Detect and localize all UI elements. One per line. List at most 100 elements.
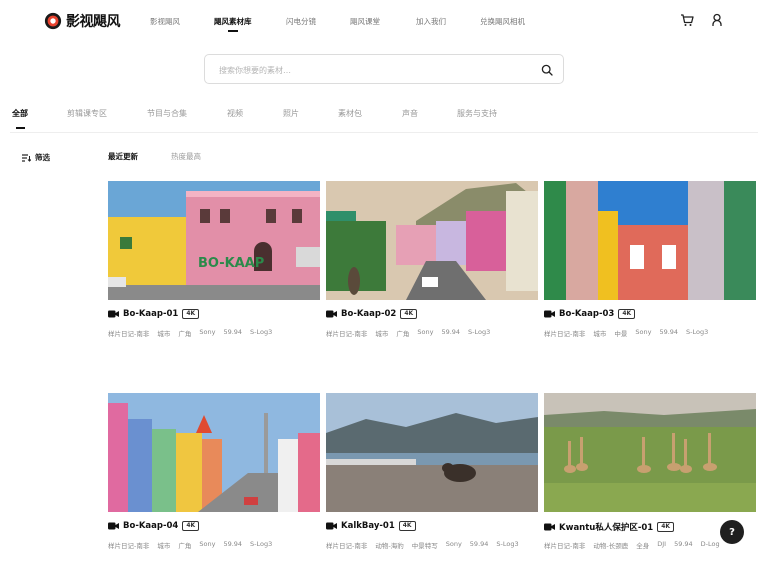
tag[interactable]: 59.94 (659, 328, 678, 338)
tab-packs[interactable]: 素材包 (338, 108, 362, 119)
card-title-row: KalkBay-01 4K (326, 521, 416, 531)
card-title[interactable]: Kwantu私人保护区-01 (559, 521, 653, 533)
card-title-row: Bo-Kaap-04 4K (108, 521, 200, 531)
tab-programs[interactable]: 节目与合集 (147, 108, 187, 119)
asset-card[interactable]: BO-KAAP Bo-Kaap-01 4K 样片日记-南非 城市 广角 Sony… (108, 181, 320, 338)
nav-item-classroom[interactable]: 飓风课堂 (350, 16, 380, 27)
card-title[interactable]: Bo-Kaap-02 (341, 309, 396, 319)
tag[interactable]: 城市 (375, 328, 388, 338)
tag[interactable]: 样片日记-南非 (544, 540, 585, 550)
card-title-row: Bo-Kaap-02 4K (326, 309, 418, 319)
video-camera-icon (108, 310, 119, 318)
thumbnail-image[interactable] (544, 181, 756, 300)
tab-divider (10, 132, 758, 133)
resolution-badge: 4K (182, 521, 200, 531)
tag[interactable]: S-Log3 (496, 540, 518, 550)
asset-card[interactable]: KalkBay-01 4K 样片日记-南非 动物-海豹 中景特写 Sony 59… (326, 393, 538, 550)
cart-icon[interactable] (679, 12, 695, 28)
tab-service-support[interactable]: 服务与支持 (457, 108, 497, 119)
thumbnail-image[interactable]: BO-KAAP (108, 181, 320, 300)
thumbnail-image[interactable] (544, 393, 756, 512)
video-camera-icon (326, 522, 337, 530)
resolution-badge: 4K (398, 521, 416, 531)
thumbnail-image[interactable] (108, 393, 320, 512)
tag[interactable]: 样片日记-南非 (326, 328, 367, 338)
card-title[interactable]: Bo-Kaap-01 (123, 309, 178, 319)
tag[interactable]: 59.94 (223, 540, 242, 550)
tab-video[interactable]: 视频 (227, 108, 243, 119)
sort-hottest[interactable]: 热度最高 (171, 151, 201, 162)
nav-active-indicator (228, 30, 238, 32)
asset-card[interactable]: Bo-Kaap-04 4K 样片日记-南非 城市 广角 Sony 59.94 S… (108, 393, 320, 550)
tag[interactable]: Sony (417, 328, 433, 338)
thumbnail-image[interactable] (326, 393, 538, 512)
resolution-badge: 4K (400, 309, 418, 319)
card-tags: 样片日记-南非 动物-海豹 中景特写 Sony 59.94 S-Log3 (326, 540, 519, 550)
video-camera-icon (544, 523, 555, 531)
asset-card[interactable]: Bo-Kaap-03 4K 样片日记-南非 城市 中景 Sony 59.94 S… (544, 181, 756, 338)
tag[interactable]: S-Log3 (250, 540, 272, 550)
tag[interactable]: 全身 (636, 540, 649, 550)
tab-all[interactable]: 全部 (12, 108, 28, 119)
asset-card[interactable]: Kwantu私人保护区-01 4K 样片日记-南非 动物-长颈鹿 全身 DJI … (544, 393, 756, 550)
tag[interactable]: 广角 (178, 540, 191, 550)
tag[interactable]: 样片日记-南非 (544, 328, 585, 338)
filter-button[interactable]: 筛选 (22, 152, 50, 163)
resolution-badge: 4K (618, 309, 636, 319)
search-input[interactable] (217, 61, 517, 79)
resolution-badge: 4K (182, 309, 200, 319)
search-icon[interactable] (541, 64, 553, 76)
tag[interactable]: Sony (199, 328, 215, 338)
tag[interactable]: D-Log (701, 540, 720, 550)
tag[interactable]: Sony (199, 540, 215, 550)
card-tags: 样片日记-南非 城市 广角 Sony 59.94 S-Log3 (108, 540, 272, 550)
tab-editing-course[interactable]: 剪辑课专区 (67, 108, 107, 119)
nav-item-storyboard[interactable]: 闪电分镜 (286, 16, 316, 27)
card-tags: 样片日记-南非 城市 广角 Sony 59.94 S-Log3 (108, 328, 272, 338)
card-title[interactable]: Bo-Kaap-04 (123, 521, 178, 531)
resolution-badge: 4K (657, 522, 675, 532)
help-button[interactable]: ? (720, 520, 744, 544)
video-camera-icon (544, 310, 555, 318)
thumbnail-image[interactable] (326, 181, 538, 300)
tag[interactable]: 城市 (157, 328, 170, 338)
tag[interactable]: 样片日记-南非 (108, 328, 149, 338)
tag[interactable]: 城市 (157, 540, 170, 550)
tag[interactable]: S-Log3 (686, 328, 708, 338)
card-title[interactable]: KalkBay-01 (341, 521, 395, 531)
asset-card[interactable]: Bo-Kaap-02 4K 样片日记-南非 城市 广角 Sony 59.94 S… (326, 181, 538, 338)
card-tags: 样片日记-南非 动物-长颈鹿 全身 DJI 59.94 D-Log (544, 540, 720, 550)
tag[interactable]: 广角 (396, 328, 409, 338)
tag[interactable]: DJI (657, 540, 666, 550)
filter-icon (22, 153, 31, 162)
tag[interactable]: 动物-长颈鹿 (593, 540, 628, 550)
tag[interactable]: 动物-海豹 (375, 540, 403, 550)
tab-photo[interactable]: 照片 (283, 108, 299, 119)
tag[interactable]: 59.94 (441, 328, 460, 338)
card-title-row: Kwantu私人保护区-01 4K (544, 521, 675, 533)
nav-item-redeem-camera[interactable]: 兑换飓风相机 (480, 16, 525, 27)
tag[interactable]: 59.94 (223, 328, 242, 338)
card-title[interactable]: Bo-Kaap-03 (559, 309, 614, 319)
sort-latest[interactable]: 最近更新 (108, 151, 138, 162)
search-box (204, 54, 564, 84)
tag[interactable]: 中景特写 (412, 540, 438, 550)
tag[interactable]: 广角 (178, 328, 191, 338)
tag[interactable]: Sony (635, 328, 651, 338)
tag[interactable]: 中景 (614, 328, 627, 338)
tag[interactable]: 59.94 (470, 540, 489, 550)
nav-item-material-library[interactable]: 飓风素材库 (214, 16, 252, 27)
tag[interactable]: 样片日记-南非 (108, 540, 149, 550)
tab-sound[interactable]: 声音 (402, 108, 418, 119)
brand-logo[interactable]: 影视飓风 (44, 11, 121, 31)
tag[interactable]: 城市 (593, 328, 606, 338)
user-icon[interactable] (709, 12, 725, 28)
tag[interactable]: Sony (446, 540, 462, 550)
tag[interactable]: S-Log3 (250, 328, 272, 338)
svg-text:BO-KAAP: BO-KAAP (198, 256, 264, 271)
nav-item-join-us[interactable]: 加入我们 (416, 16, 446, 27)
tag[interactable]: 59.94 (674, 540, 693, 550)
nav-item-yingshijufeng[interactable]: 影视飓风 (150, 16, 180, 27)
tag[interactable]: S-Log3 (468, 328, 490, 338)
tag[interactable]: 样片日记-南非 (326, 540, 367, 550)
